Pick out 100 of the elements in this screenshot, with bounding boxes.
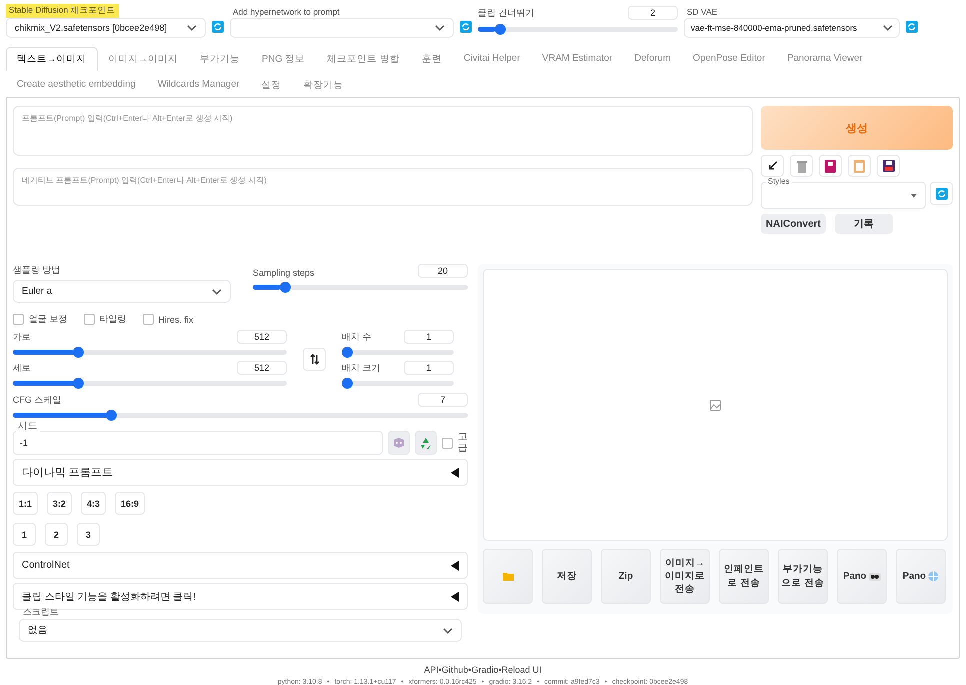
checkbox-label: 고급 [458, 432, 468, 454]
action-button[interactable]: 부가기능으로 전송 [778, 549, 828, 604]
paste-button[interactable] [761, 155, 784, 177]
number-input[interactable]: 20 [418, 264, 468, 278]
slider-label: 가로 [13, 331, 31, 344]
tab[interactable]: Civitai Helper [452, 47, 532, 71]
clipboard-icon [854, 160, 865, 172]
tab[interactable]: Panorama Viewer [776, 47, 874, 71]
trash-icon [796, 160, 808, 172]
seed-field[interactable]: -1 [13, 431, 383, 455]
action-button[interactable]: Zip [601, 549, 651, 604]
slider[interactable] [342, 378, 454, 389]
clip-skip-slider[interactable] [478, 24, 678, 35]
number-input[interactable]: 512 [237, 330, 287, 344]
separator: • [468, 665, 472, 675]
tab[interactable]: Wildcards Manager [146, 73, 251, 97]
tab[interactable]: Deforum [624, 47, 682, 71]
slider-label: CFG 스케일 [13, 394, 62, 407]
footer-link[interactable]: Gradio [472, 665, 499, 675]
clip-skip-input[interactable]: 2 [628, 6, 678, 20]
footer-link[interactable]: Github [442, 665, 468, 675]
refresh-icon[interactable] [460, 21, 472, 33]
folder-button[interactable] [483, 549, 533, 604]
clipboard-button[interactable] [848, 155, 871, 177]
prompt-field[interactable]: 프롬프트(Prompt) 입력(Ctrl+Enter나 Alt+Enter로 생성 시작) [13, 106, 753, 156]
checkbox-label: Hires. fix [158, 314, 194, 324]
save-button[interactable] [877, 155, 900, 177]
tab[interactable]: OpenPose Editor [682, 47, 776, 71]
aspect-ratio-button[interactable]: 4:3 [81, 492, 106, 515]
tab[interactable]: 훈련 [410, 47, 453, 71]
script-dropdown[interactable]: 없음 [19, 619, 462, 642]
number-input[interactable]: 1 [404, 361, 454, 375]
number-input[interactable]: 1 [404, 330, 454, 344]
preset-button[interactable]: 3 [77, 523, 100, 546]
refresh-icon [936, 188, 948, 200]
footer-link[interactable]: API [424, 665, 439, 675]
number-input[interactable]: 7 [418, 393, 468, 407]
tab[interactable]: VRAM Estimator [531, 47, 624, 71]
tab[interactable]: 확장기능 [292, 73, 355, 97]
checkpoint-dropdown[interactable]: chikmix_V2.safetensors [0bcee2e498] [6, 18, 206, 38]
accordion-header[interactable]: ControlNet [13, 552, 468, 579]
tab[interactable]: Create aesthetic embedding [6, 73, 147, 97]
accordion-header[interactable]: 다이나믹 프롬프트 [13, 459, 468, 486]
preset-button[interactable]: 2 [45, 523, 68, 546]
dice-icon [393, 437, 405, 449]
card-icon [825, 160, 836, 172]
tab[interactable]: 체크포인트 병합 [316, 47, 411, 71]
action-button[interactable]: NAIConvert [761, 214, 826, 234]
swap-icon [310, 354, 320, 365]
separator: • [438, 665, 442, 675]
slider-label: Sampling steps [253, 268, 315, 278]
card-button[interactable] [819, 155, 842, 177]
tab[interactable]: 부가기능 [189, 47, 251, 71]
chevron-icon [435, 25, 445, 31]
tab[interactable]: 텍스트→이미지 [6, 47, 98, 71]
collapse-arrow-icon [451, 468, 459, 478]
collapse-arrow-icon [451, 592, 459, 602]
recycle-button[interactable] [415, 431, 437, 455]
checkpoint-label: Stable Diffusion 체크포인트 [6, 4, 119, 18]
tab[interactable]: 이미지→이미지 [98, 47, 189, 71]
image-icon [710, 400, 721, 410]
recycle-icon [419, 436, 433, 450]
slider[interactable] [13, 378, 287, 389]
checkbox[interactable] [13, 314, 24, 325]
action-button[interactable]: 인페인트로 전송 [719, 549, 769, 604]
vae-dropdown[interactable]: vae-ft-mse-840000-ema-pruned.safetensors [684, 18, 900, 38]
sampler-dropdown[interactable]: Euler a [13, 280, 231, 303]
refresh-button[interactable] [930, 182, 953, 205]
aspect-ratio-button[interactable]: 16:9 [115, 492, 146, 515]
checkbox[interactable] [442, 438, 453, 448]
action-button[interactable]: 이미지→이미지로 전송 [660, 549, 710, 604]
refresh-icon[interactable] [906, 21, 918, 33]
swap-button[interactable] [303, 348, 326, 371]
tab[interactable]: 설정 [250, 73, 293, 97]
refresh-icon[interactable] [212, 21, 224, 33]
aspect-ratio-button[interactable]: 3:2 [47, 492, 72, 515]
slider[interactable] [253, 282, 468, 293]
slider[interactable] [13, 410, 468, 421]
clip-skip-label: 클립 건너뛰기 [478, 7, 535, 20]
slider[interactable] [13, 347, 287, 358]
action-button[interactable]: Pano [837, 549, 887, 604]
chevron-icon [883, 25, 893, 31]
separator: • [498, 665, 502, 675]
action-button[interactable]: 기록 [835, 214, 894, 234]
slider[interactable] [342, 347, 454, 358]
slider-label: 배치 크기 [342, 362, 381, 375]
action-button[interactable]: Pano [896, 549, 946, 604]
tab[interactable]: PNG 정보 [251, 47, 316, 71]
trash-button[interactable] [790, 155, 813, 177]
slider-label: 배치 수 [342, 331, 372, 344]
negative-prompt-field[interactable]: 네거티브 프롬프트(Prompt) 입력(Ctrl+Enter나 Alt+Enter로 생성 시작) [13, 168, 753, 206]
checkbox-label: 얼굴 보정 [29, 313, 68, 326]
action-button[interactable]: 저장 [542, 549, 592, 604]
checkbox[interactable] [142, 314, 154, 325]
dice-button[interactable] [388, 431, 410, 455]
checkbox[interactable] [84, 314, 95, 325]
aspect-ratio-button[interactable]: 1:1 [13, 492, 38, 515]
preset-button[interactable]: 1 [13, 523, 36, 546]
number-input[interactable]: 512 [237, 361, 287, 375]
footer-link[interactable]: Reload UI [502, 665, 542, 675]
